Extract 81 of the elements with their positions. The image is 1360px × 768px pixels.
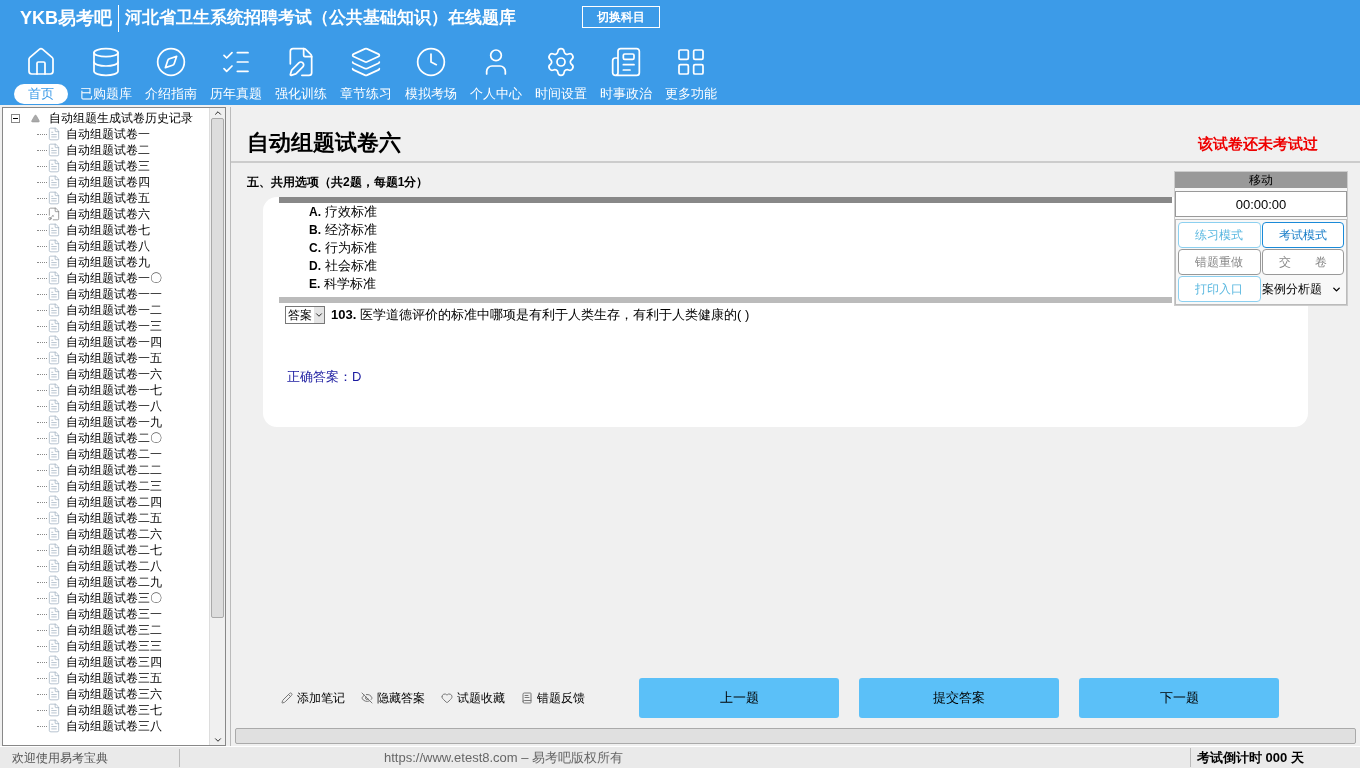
tree-item[interactable]: 自动组题试卷二五 — [66, 510, 162, 526]
mode-button[interactable]: 考试模式 — [1261, 222, 1344, 248]
toolbar-link[interactable]: 试题收藏 — [457, 689, 505, 707]
tree-item[interactable]: 自动组题试卷二四 — [66, 494, 162, 510]
tree-item[interactable]: 自动组题试卷三二 — [66, 622, 162, 638]
tree-root-label[interactable]: 自动组题生成试卷历史记录 — [49, 110, 193, 126]
tree-item[interactable]: 自动组题试卷三六 — [66, 686, 162, 702]
tree-item[interactable]: 自动组题试卷一四 — [66, 334, 162, 350]
tree-item[interactable]: 自动组题试卷一五 — [66, 350, 162, 366]
tree-item[interactable]: 自动组题试卷一七 — [66, 382, 162, 398]
tree-item[interactable]: 自动组题试卷三四 — [66, 654, 162, 670]
clock-icon — [414, 46, 447, 78]
tree-item[interactable]: 自动组题试卷二七 — [66, 542, 162, 558]
tree-item[interactable]: 自动组题试卷一六 — [66, 366, 162, 382]
toolbar-link[interactable]: 添加笔记 — [297, 689, 345, 707]
logo: YKB易考吧 — [20, 4, 119, 32]
tree-item[interactable]: 自动组题试卷一二 — [66, 302, 162, 318]
nav-button[interactable]: 下一题 — [1079, 678, 1279, 718]
tree-item[interactable]: 自动组题试卷一九 — [66, 414, 162, 430]
scrollbar[interactable] — [209, 108, 225, 745]
answer-dropdown[interactable]: 答案 — [285, 305, 325, 324]
tree-item[interactable]: 自动组题试卷八 — [66, 238, 150, 254]
section-heading: 五、共用选项（共2题，每题1分） — [247, 174, 429, 191]
correct-answer: 正确答案：D — [286, 367, 363, 386]
timer: 00:00:00 — [1175, 191, 1347, 217]
tree-item[interactable]: 自动组题试卷二一 — [66, 446, 162, 462]
toolbar-link[interactable]: 错题反馈 — [537, 689, 585, 707]
tree-item[interactable]: 自动组题试卷三八 — [66, 718, 162, 734]
question-type-dropdown[interactable]: 案例分析题 — [1261, 276, 1344, 302]
tree-item[interactable]: 自动组题试卷三三 — [66, 638, 162, 654]
tree-item[interactable]: 自动组题试卷二三 — [66, 478, 162, 494]
eye-icon — [361, 692, 373, 704]
answer-option: C. 行为标准 — [309, 239, 377, 257]
question-text: 103. 医学道德评价的标准中哪项是有利于人类生存，有利于人类健康的( ) — [331, 306, 750, 324]
tree-item[interactable]: 自动组题试卷一〇 — [66, 270, 162, 286]
panel-title[interactable]: 移动 — [1175, 172, 1347, 188]
tree-item[interactable]: 自动组题试卷九 — [66, 254, 150, 270]
tree-item[interactable]: 自动组题试卷四 — [66, 174, 150, 190]
tree-item[interactable]: 自动组题试卷一八 — [66, 398, 162, 414]
toolbar-link[interactable]: 隐藏答案 — [377, 689, 425, 707]
folder-icon — [31, 113, 40, 123]
compass-icon — [154, 46, 187, 78]
nav-button[interactable]: 上一题 — [639, 678, 839, 718]
scroll-down-icon[interactable] — [212, 735, 223, 745]
paper-title: 自动组题试卷六 — [247, 129, 401, 157]
tree-item[interactable]: 自动组题试卷三七 — [66, 702, 162, 718]
nav-button[interactable]: 提交答案 — [859, 678, 1059, 718]
tree-item[interactable]: 自动组题试卷六 — [66, 206, 150, 222]
tree-item[interactable]: 自动组题试卷一 — [66, 126, 150, 142]
tree-item[interactable]: 自动组题试卷三〇 — [66, 590, 162, 606]
caret-icon — [314, 306, 324, 323]
tree-item[interactable]: 自动组题试卷二六 — [66, 526, 162, 542]
exam-countdown: 考试倒计时 000 天 — [1190, 747, 1360, 768]
scroll-up-icon[interactable] — [212, 108, 223, 118]
welcome-text: 欢迎使用易考宝典 — [0, 748, 180, 767]
copyright-text: https://www.etest8.com – 易考吧版权所有 — [384, 748, 624, 767]
tree-item[interactable]: 自动组题试卷七 — [66, 222, 150, 238]
tree-item[interactable]: 自动组题试卷二九 — [66, 574, 162, 590]
tree-item[interactable]: 自动组题试卷三五 — [66, 670, 162, 686]
tree-item[interactable]: 自动组题试卷二八 — [66, 558, 162, 574]
layers-icon — [349, 46, 382, 78]
newspaper-icon — [609, 46, 642, 78]
heart-icon — [441, 692, 453, 704]
tree-item[interactable]: 自动组题试卷二二 — [66, 462, 162, 478]
answer-option: B. 经济标准 — [309, 221, 377, 239]
answer-option: E. 科学标准 — [309, 275, 376, 293]
tree-item[interactable]: 自动组题试卷三 — [66, 158, 150, 174]
collapse-toggle[interactable] — [11, 113, 20, 123]
horizontal-scrollbar[interactable] — [235, 728, 1356, 744]
answer-option: D. 社会标准 — [309, 257, 377, 275]
book-icon — [521, 692, 533, 704]
answer-option: A. 疗效标准 — [309, 203, 377, 221]
tree-item[interactable]: 自动组题试卷一一 — [66, 286, 162, 302]
app-title: 河北省卫生系统招聘考试（公共基础知识）在线题库 — [124, 7, 516, 30]
exam-status: 该试卷还未考试过 — [1198, 133, 1318, 154]
tree-item[interactable]: 自动组题试卷二 — [66, 142, 150, 158]
tree-item[interactable]: 自动组题试卷一三 — [66, 318, 162, 334]
tree-item[interactable]: 自动组题试卷二〇 — [66, 430, 162, 446]
tree-item[interactable]: 自动组题试卷三一 — [66, 606, 162, 622]
pencil-icon — [281, 692, 293, 704]
tree-item[interactable]: 自动组题试卷五 — [66, 190, 150, 206]
